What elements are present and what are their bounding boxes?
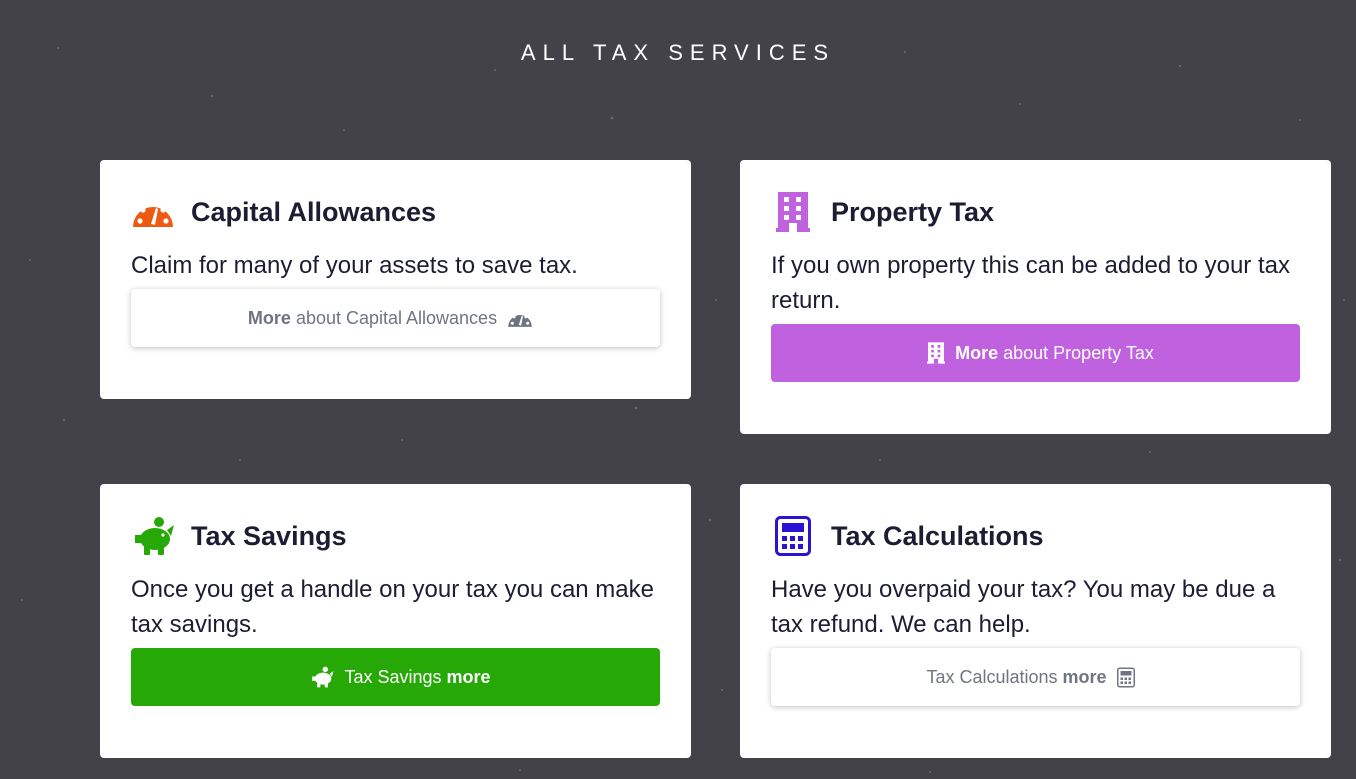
button-label: Tax Calculations: [926, 666, 1058, 687]
tachometer-icon: [131, 190, 175, 234]
more-property-tax-button[interactable]: More about Property Tax: [771, 324, 1300, 382]
section-title: ALL TAX SERVICES: [520, 40, 836, 65]
button-suffix: more: [446, 666, 491, 687]
tachometer-icon: [507, 308, 533, 328]
button-label: about Capital Allowances: [295, 307, 498, 328]
button-suffix: more: [1062, 666, 1107, 687]
button-prefix: More: [247, 307, 291, 328]
card-title: Capital Allowances: [191, 196, 437, 227]
card-property-tax: Property Tax If you own property this ca…: [740, 160, 1331, 434]
piggy-bank-icon: [131, 514, 175, 558]
card-description: Have you overpaid your tax? You may be d…: [771, 576, 1276, 638]
card-description: If you own property this can be added to…: [771, 252, 1290, 314]
card-capital-allowances: Capital Allowances Claim for many of you…: [100, 160, 691, 399]
tax-calculations-more-button[interactable]: Tax Calculations more: [771, 648, 1300, 706]
more-capital-allowances-button[interactable]: More about Capital Allowances: [131, 289, 660, 347]
button-label: Tax Savings: [344, 666, 442, 687]
button-label: about Property Tax: [1003, 342, 1154, 363]
card-title: Tax Savings: [191, 520, 347, 551]
building-icon: [771, 190, 815, 234]
calculator-icon: [771, 514, 815, 558]
building-icon: [927, 342, 946, 364]
page: ALL TAX SERVICES Capital Allowances Clai…: [0, 0, 1356, 779]
tax-savings-more-button[interactable]: Tax Savings more: [131, 648, 660, 706]
card-title: Property Tax: [831, 196, 995, 227]
button-prefix: More: [955, 342, 999, 363]
piggy-bank-icon: [310, 666, 334, 688]
card-title: Tax Calculations: [831, 520, 1044, 551]
card-tax-savings: Tax Savings Once you get a handle on you…: [100, 484, 691, 758]
card-tax-calculations: Tax Calculations Have you overpaid your …: [740, 484, 1331, 758]
calculator-icon: [1116, 667, 1135, 688]
card-description: Once you get a handle on your tax you ca…: [131, 576, 654, 638]
card-description: Claim for many of your assets to save ta…: [131, 252, 578, 279]
